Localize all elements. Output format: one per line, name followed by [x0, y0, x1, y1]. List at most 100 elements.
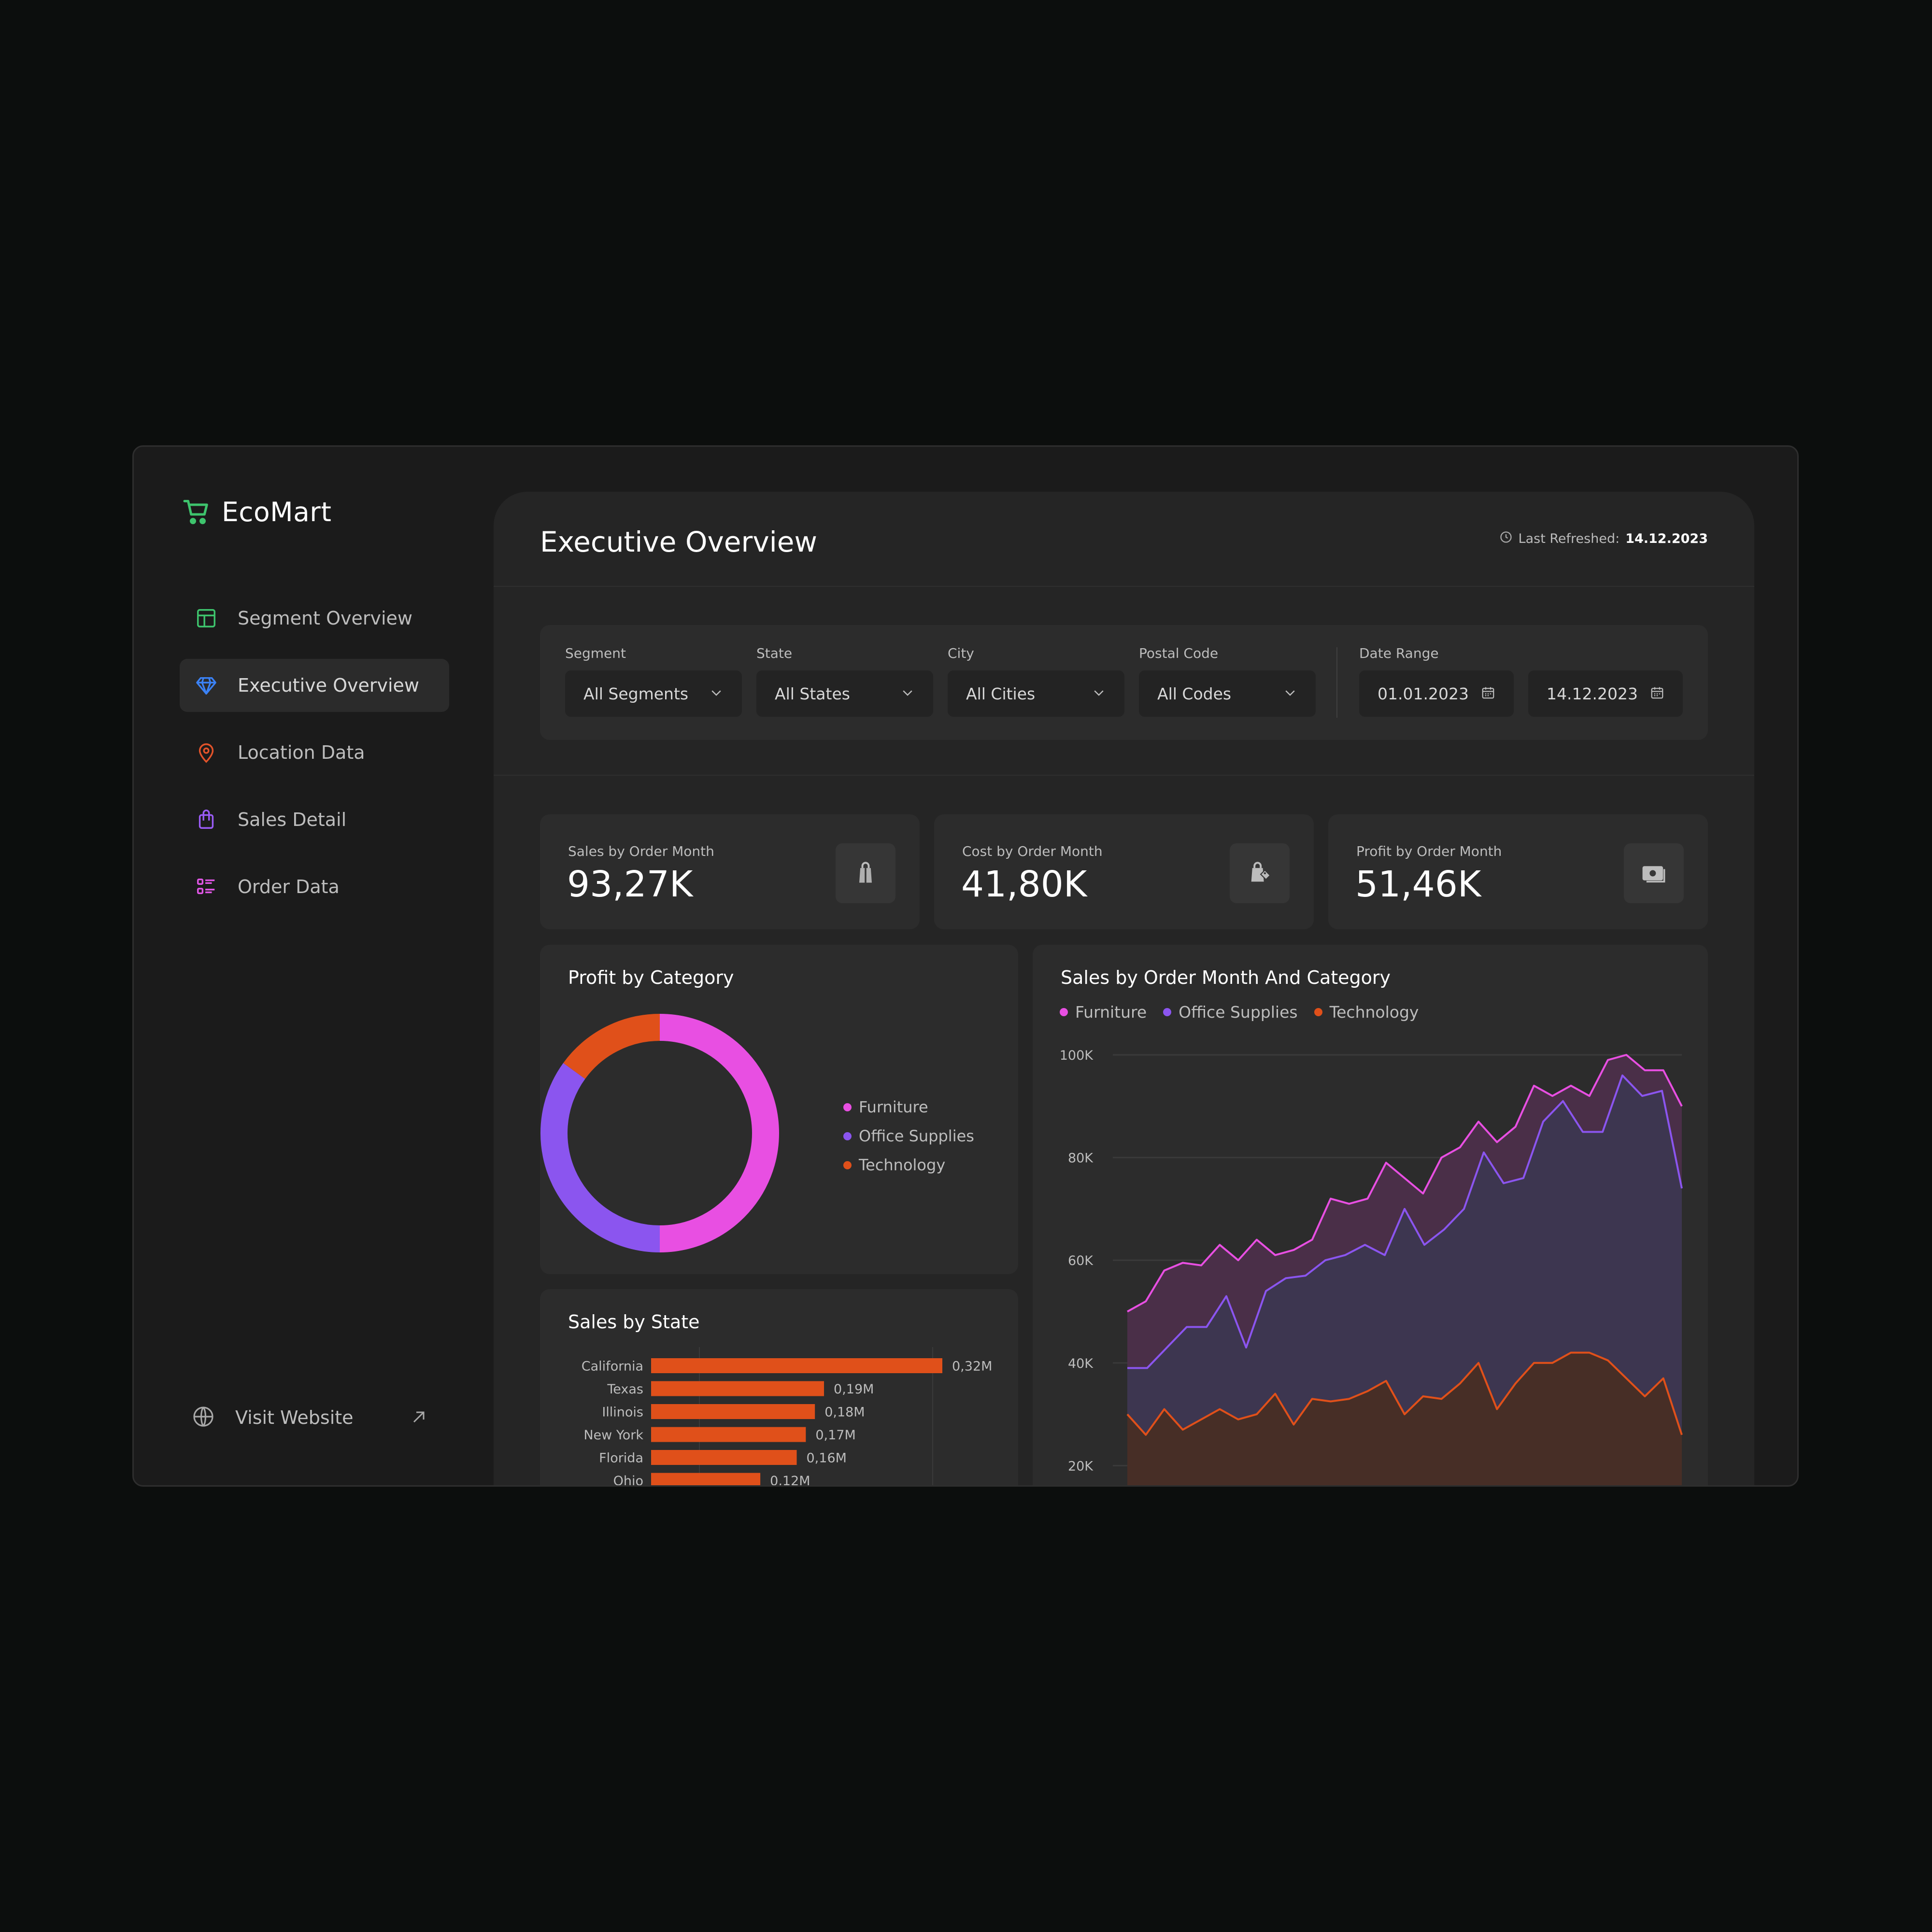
value-label: 0,16M	[807, 1451, 847, 1466]
chevron-down-icon	[709, 685, 724, 702]
sidebar-item-order-data[interactable]: Order Data	[180, 860, 449, 913]
brand[interactable]: EcoMart	[182, 495, 331, 529]
y-tick-label: 60K	[1068, 1253, 1094, 1268]
value-label: 0,12M	[770, 1474, 810, 1487]
profit-by-category-card: Profit by Category Furniture Office Supp…	[540, 945, 1018, 1274]
calendar-icon	[1481, 685, 1495, 702]
sidebar-item-label: Segment Overview	[238, 608, 412, 629]
state-filter-label: State	[756, 645, 793, 661]
sales-by-state-card: Sales by State California 0,32M Texas 0,19M…	[540, 1289, 1018, 1487]
chevron-down-icon	[1283, 685, 1297, 702]
globe-icon	[192, 1405, 215, 1430]
kpi-card-sales: Sales by Order Month 93,27K	[540, 814, 920, 929]
bar-texas	[651, 1381, 824, 1396]
sidebar-item-label: Executive Overview	[238, 675, 419, 696]
value-label: 0,32M	[952, 1359, 992, 1374]
postal-code-filter-label: Postal Code	[1139, 645, 1219, 661]
price-tag-bag-icon	[1230, 843, 1290, 903]
donut-legend: Furniture Office Supplies Technology	[843, 1093, 974, 1179]
layout-icon	[194, 606, 218, 630]
legend-label: Office Supplies	[859, 1127, 974, 1145]
category-label: New York	[583, 1428, 643, 1443]
visit-website-label: Visit Website	[235, 1407, 354, 1428]
bar-chart: California 0,32M Texas 0,19M Illinois 0,18M Ne…	[582, 1347, 992, 1487]
legend-item-technology: Technology	[843, 1151, 974, 1179]
legend-label: Technology	[859, 1156, 946, 1174]
bar-california	[651, 1358, 942, 1373]
visit-website-link[interactable]: Visit Website	[192, 1401, 428, 1435]
money-icon	[1624, 843, 1684, 903]
segment-filter-label: Segment	[565, 645, 626, 661]
date-range-label: Date Range	[1359, 645, 1439, 661]
chevron-down-icon	[900, 685, 915, 702]
sidebar-item-segment-overview[interactable]: Segment Overview	[180, 592, 449, 645]
chevron-down-icon	[1092, 685, 1106, 702]
sidebar-nav: Segment Overview Executive Overview Loca…	[180, 592, 449, 927]
sidebar-item-label: Order Data	[238, 876, 340, 897]
end-date-input[interactable]: 14.12.2023	[1528, 670, 1683, 717]
calendar-icon	[1650, 685, 1664, 702]
brand-name: EcoMart	[222, 497, 332, 527]
page-title: Executive Overview	[540, 526, 817, 558]
donut-slice-office-supplies	[540, 1063, 660, 1252]
external-arrow-icon	[409, 1407, 428, 1429]
postal-code-value: All Codes	[1157, 684, 1232, 703]
bar-florida	[651, 1450, 797, 1465]
header-divider	[494, 586, 1754, 587]
date-range-filter: Date Range 01.01.2023 14.12.2023	[1359, 645, 1683, 717]
last-refreshed: Last Refreshed: 14.12.2023	[1499, 530, 1708, 547]
state-dropdown[interactable]: All States	[756, 670, 933, 717]
shopping-bags-icon	[836, 843, 895, 903]
donut-slice-furniture	[659, 1014, 779, 1252]
category-label: Illinois	[602, 1405, 643, 1420]
map-pin-icon	[194, 740, 218, 765]
list-icon	[194, 875, 218, 899]
legend-item-furniture: Furniture	[843, 1093, 974, 1122]
sidebar-item-sales-detail[interactable]: Sales Detail	[180, 793, 449, 846]
segment-value: All Segments	[583, 684, 689, 703]
start-date-input[interactable]: 01.01.2023	[1359, 670, 1514, 717]
category-label: California	[582, 1359, 643, 1374]
sidebar-item-location-data[interactable]: Location Data	[180, 726, 449, 779]
city-value: All Cities	[966, 684, 1036, 703]
value-label: 0,17M	[815, 1428, 855, 1443]
bar-illinois	[651, 1404, 815, 1419]
refresh-label: Last Refreshed:	[1518, 531, 1620, 546]
kpi-card-profit: Profit by Order Month 51,46K	[1328, 814, 1708, 929]
state-filter: State All States	[756, 645, 933, 717]
city-filter-label: City	[948, 645, 974, 661]
legend-swatch	[843, 1132, 852, 1140]
legend-swatch	[843, 1161, 852, 1169]
city-filter: City All Cities	[948, 645, 1124, 717]
kpi-value: 51,46K	[1355, 864, 1481, 905]
main-panel: Executive Overview Last Refreshed: 14.12…	[494, 492, 1754, 1487]
legend-label: Furniture	[859, 1098, 928, 1116]
sidebar-item-executive-overview[interactable]: Executive Overview	[180, 659, 449, 712]
start-date-value: 01.01.2023	[1378, 684, 1469, 703]
bar-new-york	[651, 1427, 806, 1442]
refresh-date: 14.12.2023	[1625, 531, 1708, 546]
sidebar-item-label: Location Data	[238, 742, 365, 763]
y-tick-label: 80K	[1068, 1151, 1094, 1166]
legend-swatch	[843, 1103, 852, 1111]
y-tick-label: 100K	[1060, 1048, 1094, 1063]
kpi-value: 93,27K	[567, 864, 693, 905]
y-tick-label: 20K	[1068, 1459, 1094, 1474]
kpi-label: Profit by Order Month	[1356, 843, 1502, 859]
app-window: EcoMart Segment Overview Executive Overv…	[132, 445, 1799, 1487]
legend-item-office-supplies: Office Supplies	[843, 1122, 974, 1151]
segment-dropdown[interactable]: All Segments	[565, 670, 742, 717]
filter-bar: Segment All Segments State All States Ci…	[540, 625, 1708, 740]
y-tick-label: 40K	[1068, 1356, 1094, 1371]
state-value: All States	[775, 684, 850, 703]
sidebar-item-label: Sales Detail	[238, 809, 347, 830]
diamond-icon	[194, 673, 218, 697]
kpi-value: 41,80K	[961, 864, 1087, 905]
section-divider	[494, 775, 1754, 776]
value-label: 0,18M	[824, 1405, 865, 1420]
postal-code-dropdown[interactable]: All Codes	[1139, 670, 1316, 717]
segment-filter: Segment All Segments	[565, 645, 742, 717]
city-dropdown[interactable]: All Cities	[948, 670, 1124, 717]
category-label: Ohio	[613, 1474, 643, 1487]
donut-slice-technology	[563, 1014, 660, 1080]
